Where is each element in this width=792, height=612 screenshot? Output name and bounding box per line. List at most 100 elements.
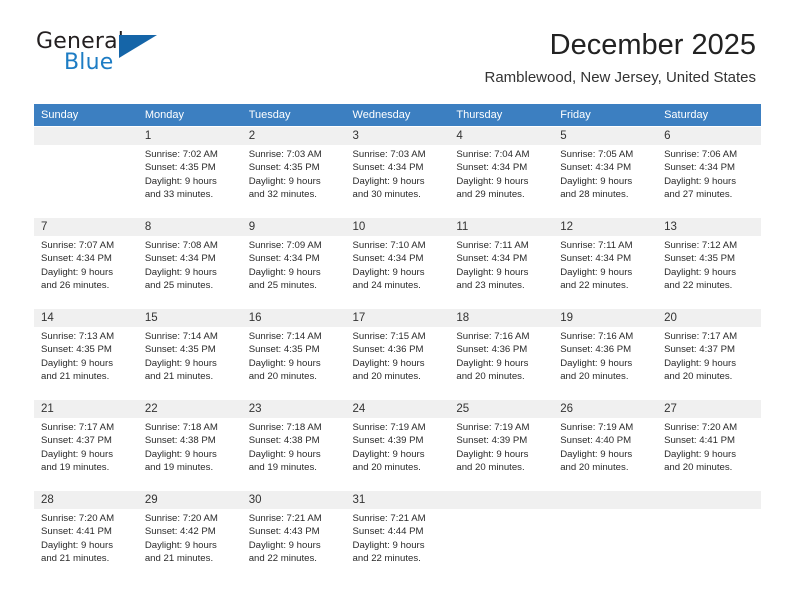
calendar-day-cell[interactable]: 15 Sunrise: 7:14 AM Sunset: 4:35 PM Dayligh… [137,308,242,400]
page-header: General Blue December 2025 Ramblewood, N… [0,0,792,86]
calendar-day-cell[interactable]: 19 Sunrise: 7:16 AM Sunset: 4:36 PM Dayligh… [553,308,658,400]
calendar-day-cell[interactable]: 27 Sunrise: 7:20 AM Sunset: 4:41 PM Dayligh… [657,399,761,491]
calendar-day-cell[interactable]: 18 Sunrise: 7:16 AM Sunset: 4:36 PM Dayligh… [449,308,554,400]
logo-triangle-icon [119,35,157,58]
day-number: 20 [657,309,761,327]
calendar-day-cell[interactable]: 24 Sunrise: 7:19 AM Sunset: 4:39 PM Dayligh… [345,399,450,491]
calendar-day-cell[interactable]: 26 Sunrise: 7:19 AM Sunset: 4:40 PM Dayligh… [553,399,658,491]
calendar-day-cell[interactable]: 12 Sunrise: 7:11 AM Sunset: 4:34 PM Dayligh… [553,217,658,309]
calendar-day-cell[interactable]: 23 Sunrise: 7:18 AM Sunset: 4:38 PM Dayligh… [241,399,346,491]
day-daylight1-text: Daylight: 9 hours [352,539,425,551]
calendar-day-cell[interactable]: 28 Sunrise: 7:20 AM Sunset: 4:41 PM Dayligh… [34,490,138,581]
day-sunset-text: Sunset: 4:41 PM [41,526,112,538]
day-daylight1-text: Daylight: 9 hours [456,175,529,187]
day-details: Sunrise: 7:03 AM Sunset: 4:34 PM Daylight:… [346,145,450,202]
day-sunset-text: Sunset: 4:35 PM [144,344,216,356]
day-sunrise-text: Sunrise: 7:19 AM [560,422,634,433]
weekday-header-monday: Monday [137,104,242,127]
day-daylight2-text: and 20 minutes. [664,462,733,474]
calendar-day-cell[interactable]: 7 Sunrise: 7:07 AM Sunset: 4:34 PM Daylight… [34,217,138,309]
day-sunset-text: Sunset: 4:34 PM [560,162,632,174]
calendar-day-cell[interactable]: 9 Sunrise: 7:09 AM Sunset: 4:34 PM Daylight… [241,217,346,309]
day-daylight1-text: Daylight: 9 hours [456,266,529,278]
day-daylight1-text: Daylight: 9 hours [144,266,217,278]
day-sunset-text: Sunset: 4:34 PM [41,253,112,265]
day-sunset-text: Sunset: 4:42 PM [144,526,216,538]
calendar-day-cell[interactable]: 29 Sunrise: 7:20 AM Sunset: 4:42 PM Dayligh… [137,490,242,581]
day-sunrise-text: Sunrise: 7:20 AM [41,513,115,524]
day-number: 31 [345,491,450,509]
calendar-day-cell[interactable]: 20 Sunrise: 7:17 AM Sunset: 4:37 PM Dayligh… [657,308,761,400]
calendar-day-cell[interactable]: 22 Sunrise: 7:18 AM Sunset: 4:38 PM Dayligh… [137,399,242,491]
day-details: Sunrise: 7:20 AM Sunset: 4:41 PM Daylight:… [34,509,138,566]
calendar-day-cell[interactable]: 6 Sunrise: 7:06 AM Sunset: 4:34 PM Daylight… [657,126,761,218]
calendar-week-row: 14 Sunrise: 7:13 AM Sunset: 4:35 PM Dayligh… [34,308,761,400]
day-daylight2-text: and 19 minutes. [248,462,317,474]
day-daylight2-text: and 29 minutes. [456,189,525,201]
weekday-header-saturday: Saturday [657,104,761,127]
day-sunrise-text: Sunrise: 7:16 AM [456,331,530,342]
day-details: Sunrise: 7:19 AM Sunset: 4:39 PM Daylight:… [449,418,553,475]
day-sunrise-text: Sunrise: 7:17 AM [41,422,115,433]
calendar-day-cell[interactable]: 1 Sunrise: 7:02 AM Sunset: 4:35 PM Daylight… [137,126,242,218]
calendar-day-cell[interactable]: 3 Sunrise: 7:03 AM Sunset: 4:34 PM Daylight… [345,126,450,218]
day-number: 19 [553,309,658,327]
day-sunrise-text: Sunrise: 7:15 AM [352,331,426,342]
calendar-day-cell[interactable]: 14 Sunrise: 7:13 AM Sunset: 4:35 PM Dayligh… [34,308,138,400]
calendar-day-cell[interactable]: 31 Sunrise: 7:21 AM Sunset: 4:44 PM Dayligh… [345,490,450,581]
calendar-day-cell[interactable]: 25 Sunrise: 7:19 AM Sunset: 4:39 PM Dayligh… [449,399,554,491]
day-details: Sunrise: 7:20 AM Sunset: 4:42 PM Daylight:… [138,509,242,566]
day-sunrise-text: Sunrise: 7:19 AM [456,422,530,433]
day-daylight2-text: and 21 minutes. [41,553,110,565]
calendar-day-cell[interactable]: 2 Sunrise: 7:03 AM Sunset: 4:35 PM Daylight… [241,126,346,218]
day-sunset-text: Sunset: 4:34 PM [352,253,424,265]
day-details: Sunrise: 7:07 AM Sunset: 4:34 PM Daylight:… [34,236,138,293]
day-details: Sunrise: 7:18 AM Sunset: 4:38 PM Daylight:… [138,418,242,475]
day-daylight1-text: Daylight: 9 hours [144,357,217,369]
day-daylight2-text: and 26 minutes. [41,280,110,292]
calendar-week-row: 1 Sunrise: 7:02 AM Sunset: 4:35 PM Daylight… [34,126,761,218]
day-sunset-text: Sunset: 4:38 PM [144,435,216,447]
calendar-grid: Sunday Monday Tuesday Wednesday Thursday… [34,104,761,581]
day-daylight2-text: and 20 minutes. [248,371,317,383]
calendar-day-cell[interactable]: 16 Sunrise: 7:14 AM Sunset: 4:35 PM Dayligh… [241,308,346,400]
day-number: 9 [241,218,346,236]
day-daylight1-text: Daylight: 9 hours [456,448,529,460]
day-number: 3 [345,127,450,145]
day-sunrise-text: Sunrise: 7:21 AM [352,513,426,524]
calendar-day-cell[interactable]: 11 Sunrise: 7:11 AM Sunset: 4:34 PM Dayligh… [449,217,554,309]
day-sunset-text: Sunset: 4:40 PM [560,435,632,447]
day-daylight2-text: and 25 minutes. [144,280,214,292]
day-details: Sunrise: 7:21 AM Sunset: 4:44 PM Daylight:… [346,509,450,566]
day-number: 22 [137,400,242,418]
day-number: 25 [449,400,554,418]
day-sunset-text: Sunset: 4:36 PM [560,344,632,356]
calendar-day-cell[interactable]: 21 Sunrise: 7:17 AM Sunset: 4:37 PM Dayligh… [34,399,138,491]
calendar-day-cell [34,126,138,218]
day-daylight2-text: and 20 minutes. [560,462,629,474]
calendar-day-cell[interactable]: 13 Sunrise: 7:12 AM Sunset: 4:35 PM Dayligh… [657,217,761,309]
day-daylight2-text: and 33 minutes. [144,189,214,201]
calendar-day-cell[interactable]: 10 Sunrise: 7:10 AM Sunset: 4:34 PM Dayligh… [345,217,450,309]
day-daylight1-text: Daylight: 9 hours [144,175,217,187]
day-daylight1-text: Daylight: 9 hours [560,448,633,460]
weekday-header-friday: Friday [553,104,658,127]
day-daylight2-text: and 20 minutes. [456,462,525,474]
day-sunset-text: Sunset: 4:41 PM [664,435,735,447]
calendar-page: General Blue December 2025 Ramblewood, N… [0,0,792,612]
calendar-day-cell[interactable]: 8 Sunrise: 7:08 AM Sunset: 4:34 PM Daylight… [137,217,242,309]
day-details: Sunrise: 7:19 AM Sunset: 4:39 PM Daylight:… [346,418,450,475]
day-number: 13 [657,218,761,236]
calendar-day-cell[interactable]: 30 Sunrise: 7:21 AM Sunset: 4:43 PM Dayligh… [241,490,346,581]
day-details: Sunrise: 7:08 AM Sunset: 4:34 PM Daylight:… [138,236,242,293]
day-details: Sunrise: 7:06 AM Sunset: 4:34 PM Daylight:… [657,145,761,202]
day-details: Sunrise: 7:20 AM Sunset: 4:41 PM Daylight:… [657,418,761,475]
day-number: 23 [241,400,346,418]
calendar-day-cell[interactable]: 17 Sunrise: 7:15 AM Sunset: 4:36 PM Dayligh… [345,308,450,400]
day-sunset-text: Sunset: 4:34 PM [352,162,424,174]
general-blue-logo[interactable]: General Blue [36,30,216,82]
day-daylight2-text: and 20 minutes. [352,371,421,383]
day-daylight2-text: and 21 minutes. [144,553,214,565]
calendar-day-cell[interactable]: 5 Sunrise: 7:05 AM Sunset: 4:34 PM Daylight… [553,126,658,218]
calendar-day-cell[interactable]: 4 Sunrise: 7:04 AM Sunset: 4:34 PM Daylight… [449,126,554,218]
